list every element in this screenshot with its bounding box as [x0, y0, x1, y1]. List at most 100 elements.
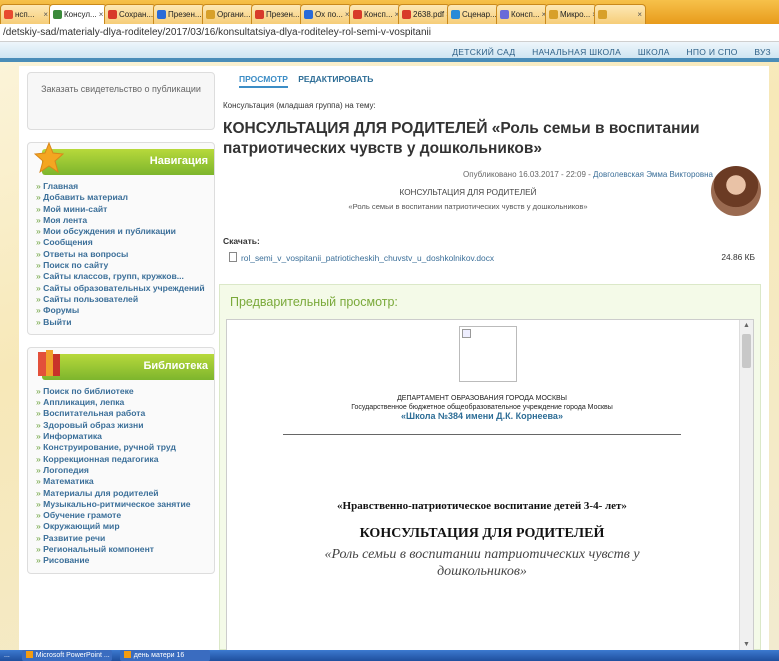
sidebar-link[interactable]: Сайты классов, групп, кружков...: [36, 271, 214, 282]
sidebar-link[interactable]: Обучение грамоте: [36, 510, 214, 521]
author-link[interactable]: Довголевская Эмма Викторовна: [593, 170, 713, 179]
tab-favicon-icon: [353, 10, 362, 19]
sidebar-link[interactable]: Сообщения: [36, 237, 214, 248]
sidebar-link[interactable]: Главная: [36, 181, 214, 192]
download-row: rol_semi_v_vospitanii_patrioticheskih_ch…: [229, 252, 759, 266]
sidebar-link[interactable]: Математика: [36, 476, 214, 487]
sidebar-link[interactable]: Материалы для родителей: [36, 488, 214, 499]
top-nav-item[interactable]: ДЕТСКИЙ САД: [452, 47, 515, 57]
scroll-thumb[interactable]: [742, 334, 751, 368]
author-avatar[interactable]: [711, 166, 761, 216]
published-date: Опубликовано 16.03.2017 - 22:09 -: [463, 170, 594, 179]
document-preview[interactable]: ДЕПАРТАМЕНТ ОБРАЗОВАНИЯ ГОРОДА МОСКВЫ Го…: [226, 319, 754, 650]
tab-label: Презен...: [168, 10, 202, 19]
browser-tab[interactable]: Презен...×: [153, 4, 205, 24]
tab-favicon-icon: [598, 10, 607, 19]
browser-tab[interactable]: Ох по... ×: [300, 4, 352, 24]
tab-label: Сценар...: [462, 10, 497, 19]
sidebar-link[interactable]: Здоровый образ жизни: [36, 420, 214, 431]
sidebar-link[interactable]: Окружающий мир: [36, 521, 214, 532]
books-icon: [38, 349, 60, 376]
browser-tab[interactable]: Органи...×: [202, 4, 254, 24]
taskbar-item[interactable]: ...: [0, 650, 14, 661]
library-title: Библиотека: [143, 359, 208, 372]
sidebar-link[interactable]: Форумы: [36, 305, 214, 316]
top-nav-item[interactable]: НПО И СПО: [686, 47, 737, 57]
download-link[interactable]: rol_semi_v_vospitanii_patrioticheskih_ch…: [241, 253, 494, 263]
preview-scrollbar[interactable]: ▲ ▼: [739, 320, 753, 650]
sidebar-link[interactable]: Информатика: [36, 431, 214, 442]
browser-tab[interactable]: Презен...×: [251, 4, 303, 24]
sidebar-link[interactable]: Рисование: [36, 555, 214, 566]
address-bar[interactable]: /detskiy-sad/materialy-dlya-roditeley/20…: [0, 24, 779, 42]
browser-tab[interactable]: Консп... ×: [496, 4, 548, 24]
sidebar-link[interactable]: Региональный компонент: [36, 544, 214, 555]
browser-tab[interactable]: 2638.pdf×: [398, 4, 450, 24]
sidebar-link[interactable]: Добавить материал: [36, 192, 214, 203]
sidebar-link[interactable]: Конструирование, ручной труд: [36, 442, 214, 453]
tab-close-icon[interactable]: ×: [635, 10, 642, 19]
page-title: КОНСУЛЬТАЦИЯ ДЛЯ РОДИТЕЛЕЙ «Роль семьи в…: [223, 120, 700, 157]
tab-favicon-icon: [402, 10, 411, 19]
site-top-nav: ДЕТСКИЙ САД НАЧАЛЬНАЯ ШКОЛА ШКОЛА НПО И …: [0, 42, 779, 62]
sidebar-link[interactable]: Сайты образовательных учреждений: [36, 283, 214, 294]
sidebar-link[interactable]: Музыкально-ритмическое занятие: [36, 499, 214, 510]
meta-line-title: КОНСУЛЬТАЦИЯ ДЛЯ РОДИТЕЛЕЙ: [399, 188, 537, 197]
view-tab[interactable]: ПРОСМОТР: [239, 74, 288, 88]
sidebar-link[interactable]: Поиск по библиотеке: [36, 386, 214, 397]
top-nav-item[interactable]: ШКОЛА: [638, 47, 670, 57]
sidebar-link[interactable]: Мои обсуждения и публикации: [36, 226, 214, 237]
browser-tab[interactable]: Консп... ×: [349, 4, 401, 24]
sidebar-link[interactable]: Сайты пользователей: [36, 294, 214, 305]
sidebar-link[interactable]: Развитие речи: [36, 533, 214, 544]
sidebar-link[interactable]: Логопедия: [36, 465, 214, 476]
document-divider: [283, 434, 681, 435]
preview-panel: Предварительный просмотр: ДЕПАРТАМЕНТ ОБ…: [219, 284, 761, 650]
top-nav-item[interactable]: ВУЗ: [754, 47, 771, 57]
tab-favicon-icon: [304, 10, 313, 19]
browser-tab-strip: нсп...×Консул...×Сохран...×Презен...×Орг…: [0, 0, 779, 24]
browser-tab[interactable]: Микро...×: [545, 4, 597, 24]
tab-label: Ох по...: [315, 10, 343, 19]
tab-favicon-icon: [500, 10, 509, 19]
sidebar-link[interactable]: Поиск по сайту: [36, 260, 214, 271]
browser-tab[interactable]: ×: [594, 4, 646, 24]
sidebar-link[interactable]: Моя лента: [36, 215, 214, 226]
star-icon: [34, 141, 64, 174]
document-heading-main: КОНСУЛЬТАЦИЯ ДЛЯ РОДИТЕЛЕЙ: [359, 526, 605, 541]
top-nav-item[interactable]: НАЧАЛЬНАЯ ШКОЛА: [532, 47, 621, 57]
edit-tab[interactable]: РЕДАКТИРОВАТЬ: [298, 74, 373, 84]
tab-label: Консп...: [511, 10, 540, 19]
tab-label: Органи...: [217, 10, 251, 19]
browser-tab[interactable]: нсп... ×: [0, 4, 52, 24]
sidebar-link[interactable]: Коррекционная педагогика: [36, 454, 214, 465]
tab-label: Микро...: [560, 10, 591, 19]
certificate-link[interactable]: Заказать свидетельство о публикации: [41, 84, 201, 94]
browser-tab[interactable]: Консул... ×: [49, 4, 107, 24]
navigation-block: Навигация ГлавнаяДобавить материалМой ми…: [27, 141, 215, 335]
sidebar-link[interactable]: Аппликация, лепка: [36, 397, 214, 408]
scroll-up-icon[interactable]: ▲: [743, 322, 750, 329]
sidebar-link[interactable]: Выйти: [36, 317, 214, 328]
tab-label: нсп...: [15, 10, 35, 19]
library-block: Библиотека Поиск по библиотекеАппликация…: [27, 346, 215, 574]
tab-close-icon[interactable]: ×: [97, 10, 104, 19]
taskbar-powerpoint[interactable]: Microsoft PowerPoint ...: [21, 650, 112, 661]
sidebar-link[interactable]: Мой мини-сайт: [36, 204, 214, 215]
powerpoint-icon: [25, 651, 33, 658]
certificate-box[interactable]: Заказать свидетельство о публикации: [27, 72, 215, 130]
left-sidebar: Заказать свидетельство о публикации Нави…: [27, 72, 215, 574]
file-size: 24.86 КБ: [721, 252, 755, 262]
taskbar-folder[interactable]: день матери 16: [119, 650, 210, 661]
browser-tab[interactable]: Сценар...×: [447, 4, 499, 24]
tab-label: Консул...: [64, 10, 97, 19]
navigation-list: ГлавнаяДобавить материалМой мини-сайтМоя…: [28, 179, 214, 328]
sidebar-link[interactable]: Ответы на вопросы: [36, 249, 214, 260]
tab-close-icon[interactable]: ×: [41, 10, 48, 19]
scroll-down-icon[interactable]: ▼: [743, 641, 750, 648]
tab-label: 2638.pdf: [413, 10, 445, 19]
browser-tab[interactable]: Сохран...×: [104, 4, 156, 24]
windows-taskbar: ... Microsoft PowerPoint ... день матери…: [0, 650, 779, 661]
navigation-title: Навигация: [149, 155, 208, 167]
sidebar-link[interactable]: Воспитательная работа: [36, 408, 214, 419]
